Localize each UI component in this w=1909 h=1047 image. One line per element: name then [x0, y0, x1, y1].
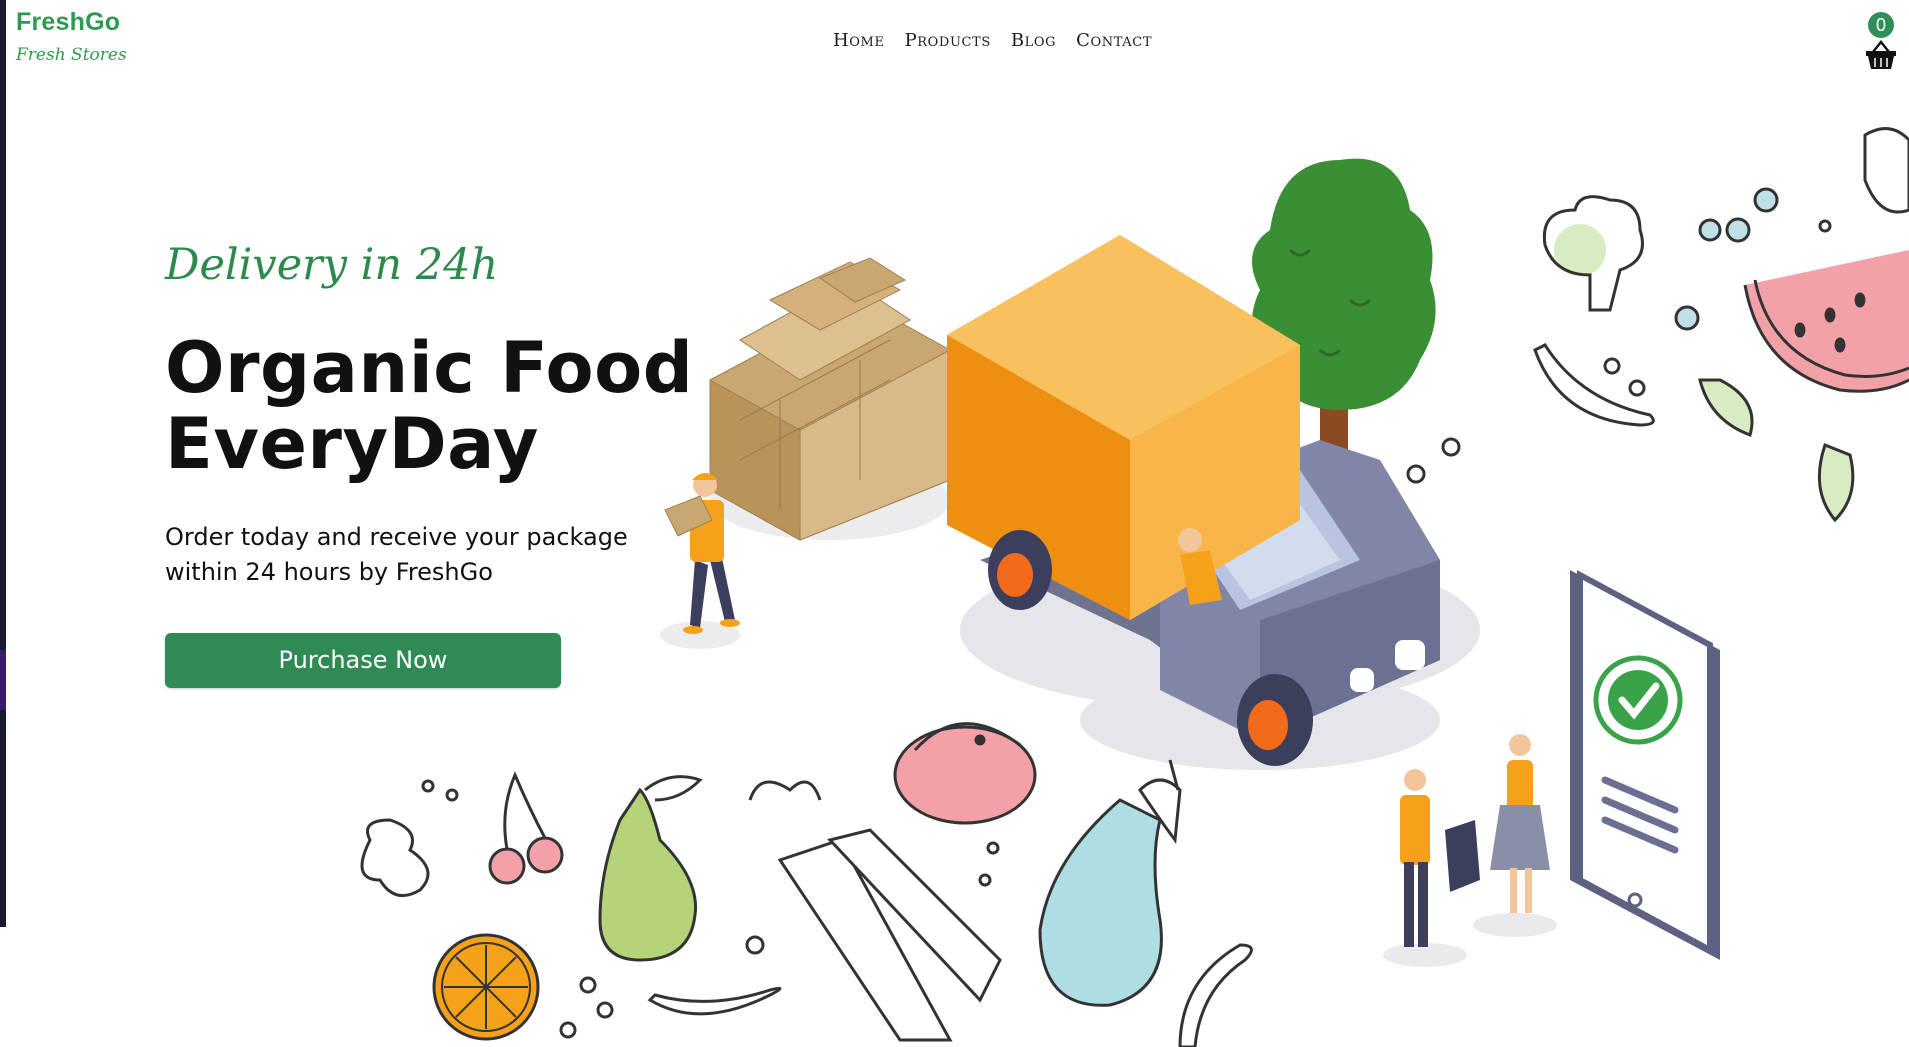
brand-name: FreshGo [16, 8, 121, 36]
hero-title-line-2: EveryDay [165, 403, 539, 485]
delivery-truck [947, 235, 1440, 766]
hero-title-line-1: Organic Food [165, 327, 694, 409]
phone-illustration [1570, 569, 1720, 960]
hero-subtitle-line-1: Order today and receive your package [165, 523, 628, 551]
purchase-now-button[interactable]: Purchase Now [165, 633, 561, 688]
hero-subtitle-line-2: within 24 hours by FreshGo [165, 558, 493, 586]
nav-products[interactable]: Products [905, 30, 991, 51]
handover-people [1383, 734, 1557, 967]
nav-home[interactable]: Home [833, 30, 885, 51]
checkmark-icon [1593, 655, 1683, 745]
left-edge-strip [0, 0, 6, 927]
box-stack [709, 257, 951, 541]
cart-button[interactable]: 0 [1863, 12, 1899, 74]
hero-subtitle: Order today and receive your package wit… [165, 520, 685, 590]
main-nav: Home Products Blog Contact [833, 30, 1152, 51]
nav-contact[interactable]: Contact [1076, 30, 1152, 51]
cart-count-badge: 0 [1868, 12, 1894, 38]
nav-blog[interactable]: Blog [1011, 30, 1056, 51]
hero-title: Organic Food EveryDay [165, 330, 693, 482]
brand-tagline: Fresh Stores [16, 45, 127, 65]
site-header: FreshGo Fresh Stores Home Products Blog … [0, 0, 1909, 90]
ground-shadows [660, 460, 1480, 770]
basket-icon [1866, 40, 1896, 69]
hero-script-heading: Delivery in 24h [165, 240, 499, 290]
tree [1252, 158, 1436, 480]
brand-logo[interactable]: FreshGo Fresh Stores [16, 8, 127, 65]
